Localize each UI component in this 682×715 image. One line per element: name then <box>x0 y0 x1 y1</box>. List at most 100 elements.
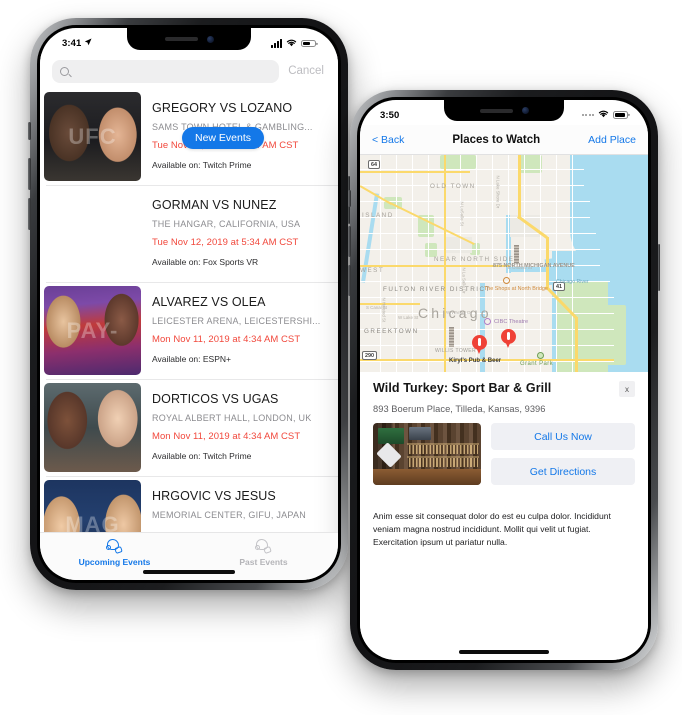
card-actions: Call Us Now Get Directions <box>491 423 635 485</box>
map-label-ontario-st: E Ontario St <box>508 265 532 270</box>
thumbnail-overlay-text <box>44 383 141 472</box>
event-info: DORTICOS VS UGAS ROYAL ALBERT HALL, LOND… <box>141 383 338 476</box>
get-directions-button[interactable]: Get Directions <box>491 458 635 485</box>
event-venue: ROYAL ALBERT HALL, LONDON, UK <box>152 413 312 423</box>
thumbnail-overlay-text <box>44 189 141 278</box>
place-info-card: Wild Turkey: Sport Bar & Grill x 893 Boe… <box>360 372 648 660</box>
new-events-badge[interactable]: New Events <box>182 127 265 149</box>
tab-label: Past Events <box>239 556 288 567</box>
power-button[interactable] <box>657 244 660 291</box>
volume-up-button[interactable] <box>28 158 31 190</box>
add-place-button[interactable]: Add Place <box>588 134 636 146</box>
status-time: 3:41 <box>62 38 82 49</box>
location-arrow-icon <box>84 38 92 49</box>
close-icon[interactable]: x <box>619 381 635 397</box>
event-venue: MEMORIAL CENTER, GIFU, JAPAN <box>152 510 307 520</box>
status-time: 3:50 <box>380 109 400 121</box>
volume-up-button[interactable] <box>348 226 351 257</box>
signal-dots-icon <box>581 114 594 116</box>
event-availability: Available on: Twitch Prime <box>152 451 252 461</box>
call-us-now-button[interactable]: Call Us Now <box>491 423 635 450</box>
building-875-michigan <box>514 245 519 263</box>
highway-shield-64: 64 <box>368 160 380 169</box>
place-description: Anim esse sit consequat dolor do est eu … <box>373 511 611 548</box>
screenshot-stage: 3:41 Cancel UFC GREGORY VS LOZANO SAMS G… <box>0 0 682 715</box>
place-address: 893 Boerum Place, Tilleda, Kansas, 9396 <box>373 404 546 414</box>
event-availability: Available on: ESPN+ <box>152 354 231 364</box>
phone-mockup-map: 3:50 < Back Places to Watch Add Place 64… <box>348 90 660 670</box>
event-date: Tue Nov 12, 2019 at 5:34 AM CST <box>152 237 299 248</box>
volume-down-button[interactable] <box>28 198 31 230</box>
phone-bezel: 3:41 Cancel UFC GREGORY VS LOZANO SAMS G… <box>37 25 341 583</box>
map-pin[interactable] <box>472 335 487 354</box>
mute-switch[interactable] <box>348 190 351 207</box>
map-label-canal-st: S Canal St <box>366 305 387 310</box>
event-title: GORMAN VS NUNEZ <box>152 198 277 212</box>
map-label-grant-park: Grant Park <box>520 361 554 367</box>
event-list-item[interactable]: DORTICOS VS UGAS ROYAL ALBERT HALL, LOND… <box>40 379 338 476</box>
event-thumbnail <box>44 189 141 278</box>
home-indicator[interactable] <box>459 650 549 654</box>
map-label-lake-st: W Lake St <box>398 315 419 320</box>
map-label-wacker-dr: W Wacker Dr <box>446 310 472 315</box>
page-title: Places to Watch <box>452 133 541 146</box>
navigation-bar: < Back Places to Watch Add Place <box>360 125 648 155</box>
event-availability: Available on: Fox Sports VR <box>152 257 259 267</box>
boxing-glove-icon <box>106 538 123 554</box>
boxing-glove-icon <box>255 538 272 554</box>
theatre-poi-icon[interactable] <box>484 318 491 325</box>
highway-shield-290: 290 <box>362 351 377 360</box>
phone-bezel: 3:50 < Back Places to Watch Add Place 64… <box>357 97 651 663</box>
event-list-item[interactable]: MAG HRGOVIC VS JESUS MEMORIAL CENTER, GI… <box>40 476 338 532</box>
thumbnail-overlay-text: UFC <box>68 123 117 149</box>
events-list[interactable]: UFC GREGORY VS LOZANO SAMS TOWN HOTEL & … <box>40 88 338 532</box>
wifi-icon <box>598 109 609 121</box>
battery-icon <box>301 39 316 48</box>
signal-bars-icon <box>271 39 282 48</box>
map-label-fulton-river-district: FULTON RIVER DISTRICT <box>383 286 491 293</box>
notch <box>444 100 564 121</box>
map-label-lake-shore-dr: N Lake Shore Dr <box>495 175 501 209</box>
thumbnail-overlay-text: MAG <box>65 511 120 533</box>
back-button[interactable]: < Back <box>372 134 404 146</box>
map-screen: 3:50 < Back Places to Watch Add Place 64… <box>360 100 648 660</box>
event-thumbnail: UFC <box>44 92 141 181</box>
event-info: HRGOVIC VS JESUS MEMORIAL CENTER, GIFU, … <box>141 480 338 532</box>
map-view[interactable]: 64 41 290 OLD TOWN NEAR NORTH SIDE ISLAN… <box>360 155 648 377</box>
event-venue: THE HANGAR, CALIFORNIA, USA <box>152 219 301 229</box>
event-list-item[interactable]: GORMAN VS NUNEZ THE HANGAR, CALIFORNIA, … <box>40 185 338 282</box>
earpiece-speaker <box>164 37 198 41</box>
map-pin[interactable] <box>501 329 516 348</box>
map-label-near-north-side: NEAR NORTH SIDE <box>434 256 515 263</box>
shops-poi-icon[interactable] <box>503 277 510 284</box>
place-photo <box>373 423 481 485</box>
home-indicator[interactable] <box>143 570 235 574</box>
map-label-willis-tower: WILLIS TOWER <box>435 348 477 354</box>
map-label-chicago-river: Chicago River <box>556 279 589 285</box>
map-label-la-salle-dr: N La Salle Dr <box>461 267 467 294</box>
map-canvas: 64 41 290 OLD TOWN NEAR NORTH SIDE ISLAN… <box>360 155 648 377</box>
grant-park-poi-icon[interactable] <box>537 352 544 359</box>
map-label-west: WEST <box>360 267 385 274</box>
map-label-island: ISLAND <box>362 212 394 219</box>
map-label-cibc-theatre: CIBC Theatre <box>494 319 529 325</box>
volume-down-button[interactable] <box>348 265 351 296</box>
front-camera-icon <box>521 107 529 114</box>
event-title: GREGORY VS LOZANO <box>152 101 293 115</box>
phone-mockup-events: 3:41 Cancel UFC GREGORY VS LOZANO SAMS G… <box>28 18 350 590</box>
mute-switch[interactable] <box>28 122 31 140</box>
event-list-item[interactable]: PAY- ALVAREZ VS OLEA LEICESTER ARENA, LE… <box>40 282 338 379</box>
card-body: Call Us Now Get Directions <box>373 423 635 485</box>
search-icon <box>60 66 69 76</box>
event-availability: Available on: Twitch Prime <box>152 160 252 170</box>
event-title: DORTICOS VS UGAS <box>152 392 279 406</box>
search-input[interactable] <box>52 59 280 83</box>
cancel-button[interactable]: Cancel <box>279 65 328 77</box>
place-title: Wild Turkey: Sport Bar & Grill <box>373 381 552 395</box>
thumbnail-overlay-text: PAY- <box>66 317 119 343</box>
event-info: GORMAN VS NUNEZ THE HANGAR, CALIFORNIA, … <box>141 189 338 282</box>
card-header: Wild Turkey: Sport Bar & Grill x <box>373 381 635 397</box>
map-label-kiryls-pub: Kiryl's Pub & Beer <box>449 358 502 364</box>
wifi-icon <box>286 38 297 50</box>
battery-icon <box>613 111 628 119</box>
